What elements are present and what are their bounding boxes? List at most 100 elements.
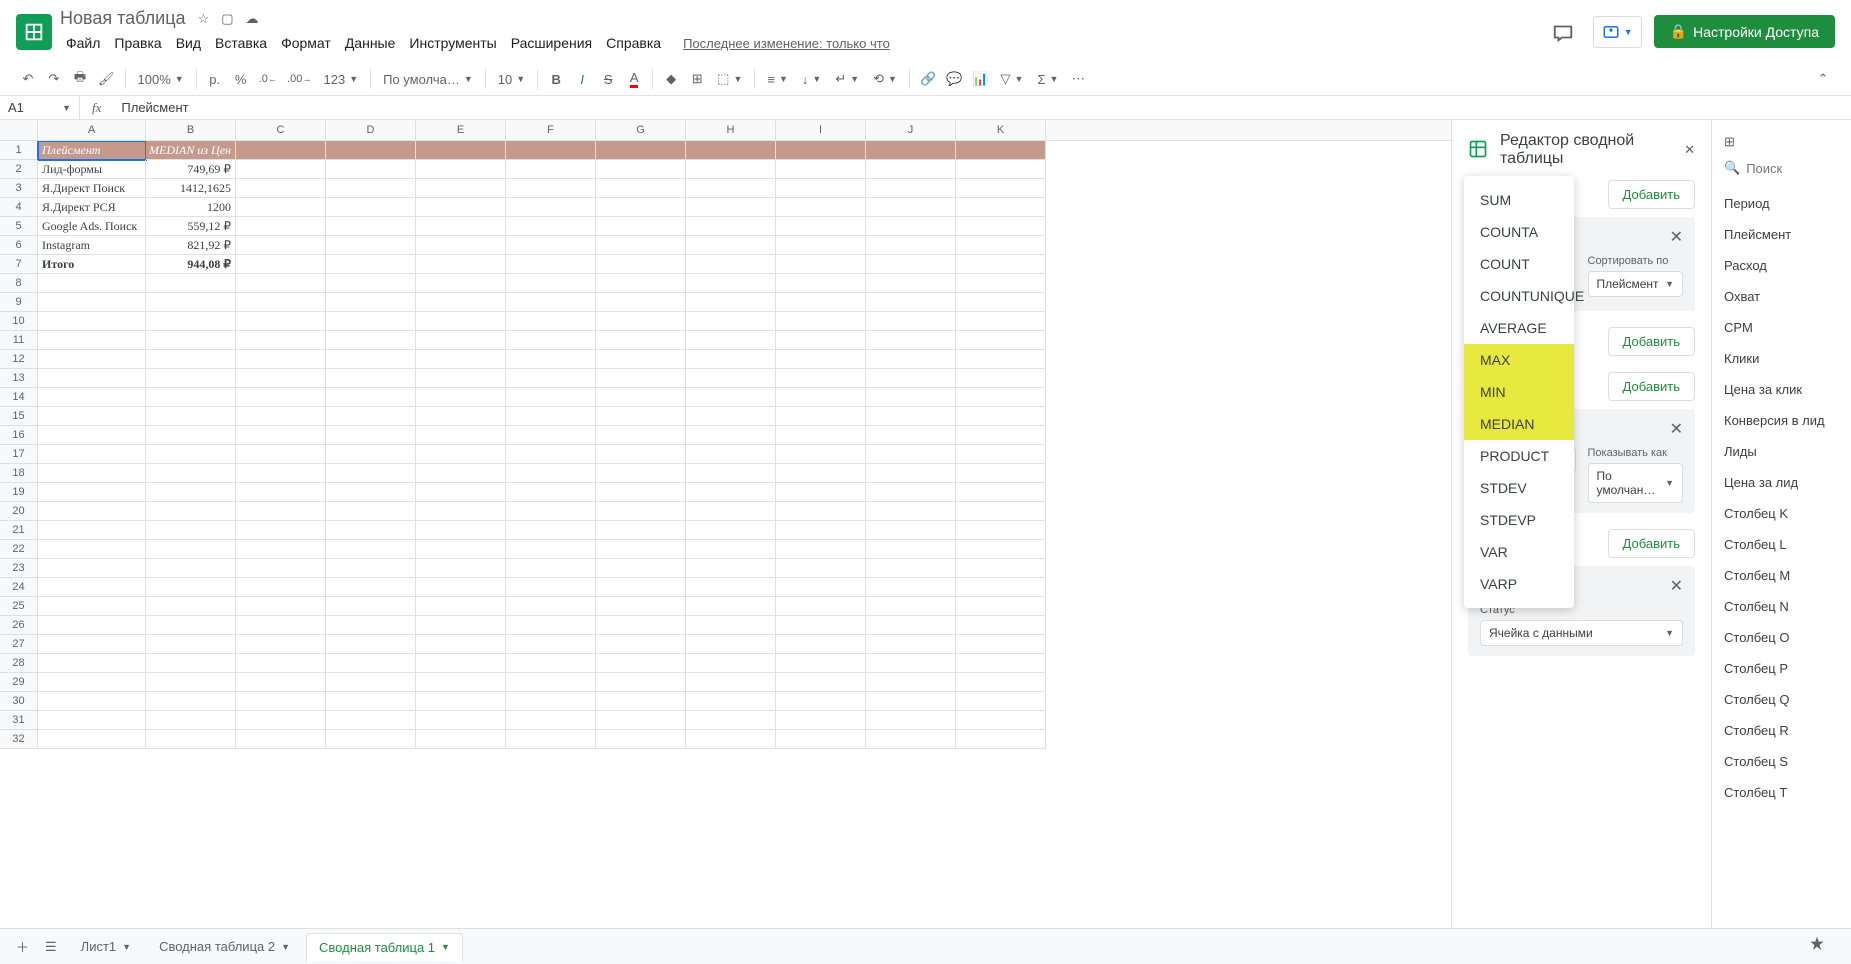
cell[interactable] (236, 312, 326, 331)
menu-файл[interactable]: Файл (60, 31, 106, 55)
cell[interactable] (686, 692, 776, 711)
cell[interactable] (956, 179, 1046, 198)
cell[interactable] (776, 540, 866, 559)
cell[interactable] (236, 673, 326, 692)
cell[interactable] (326, 616, 416, 635)
row-header[interactable]: 32 (0, 730, 38, 749)
cell[interactable] (596, 692, 686, 711)
cell[interactable] (416, 407, 506, 426)
cell[interactable] (416, 559, 506, 578)
cell[interactable] (776, 255, 866, 274)
cell[interactable] (956, 635, 1046, 654)
column-header-B[interactable]: B (146, 120, 236, 140)
cell[interactable] (866, 730, 956, 749)
cell[interactable] (866, 521, 956, 540)
cell[interactable] (776, 502, 866, 521)
cell[interactable] (506, 160, 596, 179)
cell[interactable]: 944,08 ₽ (146, 255, 236, 274)
menu-формат[interactable]: Формат (275, 31, 337, 55)
cell[interactable] (596, 635, 686, 654)
cell[interactable] (326, 711, 416, 730)
cell[interactable] (506, 597, 596, 616)
cell[interactable] (866, 635, 956, 654)
cell[interactable] (38, 312, 146, 331)
cell[interactable]: Итого (38, 255, 146, 274)
cell[interactable] (776, 559, 866, 578)
cell[interactable] (326, 274, 416, 293)
fields-search[interactable]: 🔍 (1720, 156, 1843, 180)
cell[interactable] (326, 635, 416, 654)
cell[interactable] (956, 293, 1046, 312)
cell[interactable] (686, 350, 776, 369)
cell[interactable] (38, 616, 146, 635)
row-header[interactable]: 25 (0, 597, 38, 616)
row-header[interactable]: 13 (0, 369, 38, 388)
cell[interactable] (38, 521, 146, 540)
cell[interactable] (416, 521, 506, 540)
cell[interactable] (866, 597, 956, 616)
cell[interactable] (38, 426, 146, 445)
cell[interactable] (866, 673, 956, 692)
cell[interactable] (236, 426, 326, 445)
cell[interactable] (326, 198, 416, 217)
cell[interactable] (38, 388, 146, 407)
cell[interactable] (776, 635, 866, 654)
aggregate-option-var[interactable]: VAR (1464, 536, 1574, 568)
cell[interactable] (146, 445, 236, 464)
cell[interactable] (776, 350, 866, 369)
cell[interactable] (686, 597, 776, 616)
row-header[interactable]: 28 (0, 654, 38, 673)
cell[interactable] (38, 559, 146, 578)
column-header-G[interactable]: G (596, 120, 686, 140)
cell[interactable] (416, 673, 506, 692)
row-header[interactable]: 14 (0, 388, 38, 407)
cell[interactable] (416, 483, 506, 502)
cell[interactable] (146, 274, 236, 293)
cell[interactable] (596, 350, 686, 369)
add-rows-button[interactable]: Добавить (1608, 180, 1695, 209)
cell[interactable] (866, 160, 956, 179)
cell[interactable] (326, 293, 416, 312)
present-button[interactable]: ▼ (1593, 16, 1642, 48)
cell[interactable] (686, 407, 776, 426)
cell[interactable] (236, 464, 326, 483)
row-header[interactable]: 30 (0, 692, 38, 711)
cell[interactable] (38, 635, 146, 654)
cell[interactable] (236, 483, 326, 502)
row-header[interactable]: 21 (0, 521, 38, 540)
field-item[interactable]: CPM (1720, 312, 1843, 343)
cell[interactable] (596, 426, 686, 445)
aggregate-option-average[interactable]: AVERAGE (1464, 312, 1574, 344)
cell[interactable] (38, 407, 146, 426)
cell[interactable] (416, 578, 506, 597)
cell[interactable] (866, 445, 956, 464)
cell[interactable] (326, 369, 416, 388)
field-item[interactable]: Плейсмент (1720, 219, 1843, 250)
cell[interactable] (686, 331, 776, 350)
row-header[interactable]: 10 (0, 312, 38, 331)
cell[interactable] (146, 559, 236, 578)
cell[interactable] (326, 217, 416, 236)
row-header[interactable]: 12 (0, 350, 38, 369)
aggregate-option-varp[interactable]: VARP (1464, 568, 1574, 600)
cell[interactable] (596, 730, 686, 749)
cell[interactable] (596, 654, 686, 673)
merge-button[interactable]: ⬚▼ (711, 67, 748, 91)
cell[interactable] (866, 464, 956, 483)
add-values-button[interactable]: Добавить (1608, 372, 1695, 401)
cell[interactable] (956, 312, 1046, 331)
cell[interactable] (506, 426, 596, 445)
aggregate-option-stdevp[interactable]: STDEVP (1464, 504, 1574, 536)
cell[interactable] (38, 730, 146, 749)
cell[interactable] (956, 559, 1046, 578)
cell[interactable] (596, 274, 686, 293)
cell[interactable] (326, 179, 416, 198)
wrap-button[interactable]: ↵▼ (829, 67, 865, 91)
field-item[interactable]: Столбец K (1720, 498, 1843, 529)
cell[interactable] (506, 559, 596, 578)
cell[interactable] (776, 236, 866, 255)
cell[interactable] (506, 635, 596, 654)
remove-filter-button[interactable]: ✕ (1670, 576, 1683, 596)
cell[interactable] (956, 160, 1046, 179)
cell[interactable] (776, 274, 866, 293)
